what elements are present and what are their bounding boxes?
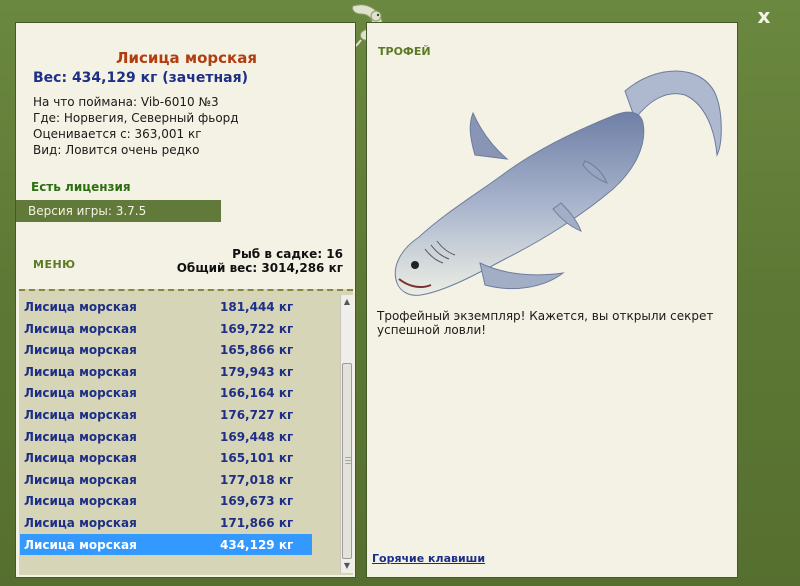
- fish-weight: Вес: 434,129 кг (зачетная): [33, 70, 248, 86]
- keepnet-stats: Рыб в садке: 16 Общий вес: 3014,286 кг: [177, 247, 343, 275]
- catch-info-panel: Лисица морская Вес: 434,129 кг (зачетная…: [15, 22, 356, 578]
- list-item-weight: 181,444 кг: [220, 300, 294, 314]
- info-rarity: Вид: Ловится очень редко: [33, 143, 200, 157]
- list-item-name: Лисица морская: [24, 429, 137, 444]
- license-status: Есть лицензия: [31, 180, 131, 194]
- thresher-shark-image: [394, 70, 722, 296]
- list-item-name: Лисица морская: [24, 516, 137, 530]
- list-item-name: Лисица морская: [24, 300, 137, 314]
- list-item[interactable]: Лисица морская 434,129 кг: [20, 533, 312, 555]
- list-item-weight: 166,164 кг: [220, 386, 294, 401]
- list-item[interactable]: Лисица морская 165,866 кг: [20, 339, 312, 360]
- list-item-name: Лисица морская: [24, 537, 137, 552]
- list-item-weight: 165,101 кг: [220, 451, 294, 466]
- list-item[interactable]: Лисица морская 176,727 кг: [20, 404, 312, 425]
- total-weight: Общий вес: 3014,286 кг: [176, 261, 343, 275]
- close-button[interactable]: x: [752, 4, 776, 28]
- catch-list: Лисица морская 181,444 кг Лисица морская 16…: [19, 289, 353, 575]
- list-item-name: Лисица морская: [24, 494, 137, 509]
- list-item[interactable]: Лисица морская 165,101 кг: [20, 447, 312, 468]
- scroll-down-icon[interactable]: ▼: [341, 559, 353, 573]
- list-item[interactable]: Лисица морская 166,164 кг: [20, 382, 312, 403]
- info-bait: На что поймана: Vib-6010 №3: [33, 95, 219, 109]
- list-item[interactable]: Лисица морская 169,448 кг: [20, 426, 312, 447]
- list-item[interactable]: Лисица морская 181,444 кг: [20, 296, 312, 317]
- list-item-weight: 169,448 кг: [220, 429, 294, 444]
- version-bar: Версия игры: 3.7.5: [16, 200, 221, 222]
- list-item-weight: 169,722 кг: [220, 321, 294, 336]
- scroll-thumb[interactable]: — — —: [342, 363, 352, 559]
- list-item[interactable]: Лисица морская 177,018 кг: [20, 469, 312, 490]
- list-item-name: Лисица морская: [24, 451, 137, 466]
- list-item-name: Лисица морская: [24, 321, 137, 336]
- trophy-panel: ТРОФЕЙ Трофейный экземпляр! Кажется, вы …: [366, 22, 738, 578]
- list-item-weight: 176,727 кг: [220, 408, 294, 422]
- close-icon: x: [757, 4, 771, 28]
- info-rating: Оценивается с: 363,001 кг: [33, 127, 202, 141]
- list-item-name: Лисица морская: [24, 386, 137, 401]
- list-item-name: Лисица морская: [24, 408, 137, 422]
- list-item-name: Лисица морская: [24, 364, 137, 379]
- list-item-weight: 179,943 кг: [220, 364, 294, 379]
- game-window-frame: x Лисица морская Вес: 434,129 кг (зачетн…: [0, 0, 800, 586]
- list-item-weight: 434,129 кг: [220, 537, 294, 552]
- list-item[interactable]: Лисица морская 171,866 кг: [20, 512, 312, 533]
- list-item-weight: 177,018 кг: [220, 472, 294, 487]
- list-item-weight: 165,866 кг: [220, 343, 294, 358]
- list-item[interactable]: Лисица морская 169,722 кг: [20, 318, 312, 339]
- list-item-name: Лисица морская: [24, 472, 137, 487]
- menu-button[interactable]: МЕНЮ: [33, 258, 76, 271]
- list-item-name: Лисица морская: [24, 343, 137, 358]
- list-item-weight: 171,866 кг: [220, 516, 294, 530]
- scroll-up-icon[interactable]: ▲: [341, 295, 353, 309]
- list-item[interactable]: Лисица морская 169,673 кг: [20, 490, 312, 511]
- hotkeys-link[interactable]: Горячие клавиши: [372, 552, 485, 565]
- trophy-text: Трофейный экземпляр! Кажется, вы открыли…: [377, 309, 714, 337]
- grip-icon: — — —: [345, 454, 351, 467]
- fish-count: Рыб в садке: 16: [232, 247, 343, 261]
- list-item[interactable]: Лисица морская 179,943 кг: [20, 361, 312, 382]
- fish-title: Лисица морская: [116, 49, 257, 67]
- list-scrollbar[interactable]: ▲ — — — ▼: [340, 295, 353, 573]
- list-item-weight: 169,673 кг: [220, 494, 294, 509]
- info-location: Где: Норвегия, Северный фьорд: [33, 111, 239, 125]
